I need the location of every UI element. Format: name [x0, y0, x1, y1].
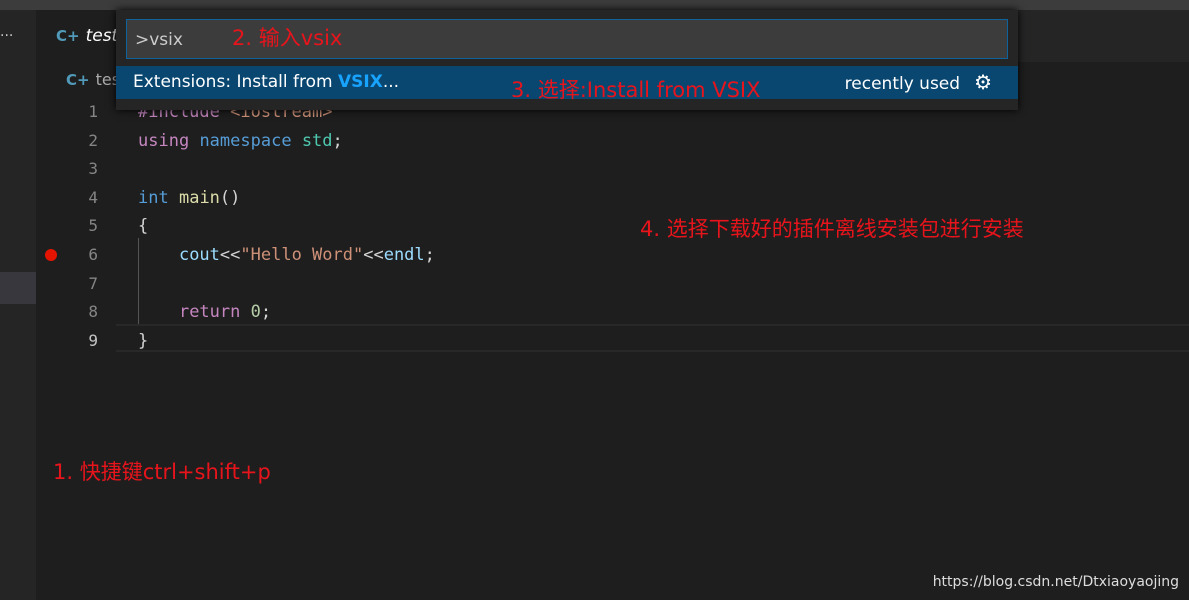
code-line[interactable]: int main(): [138, 184, 240, 212]
title-bar: [0, 0, 1189, 10]
breakpoint-icon[interactable]: [45, 249, 57, 261]
cpp-file-icon: C+: [66, 71, 90, 89]
annotation-step3: 3. 选择:Install from VSIX: [511, 78, 761, 102]
annotation-step1: 1. 快捷键ctrl+shift+p: [53, 460, 271, 484]
line-number: 9: [88, 330, 98, 350]
code-line[interactable]: cout<<"Hello Word"<<endl;: [138, 241, 435, 269]
code-line[interactable]: {: [138, 212, 148, 240]
cpp-file-icon: C+: [56, 27, 80, 45]
line-number: 1: [88, 102, 98, 121]
line-number: 5: [88, 216, 98, 236]
gear-icon[interactable]: ⚙: [974, 70, 992, 94]
breadcrumb[interactable]: C+ tes: [66, 70, 120, 89]
line-number: 8: [88, 302, 98, 322]
line-number: 7: [88, 273, 98, 293]
tab-test-cpp[interactable]: C+ test.: [36, 10, 126, 62]
annotation-step4: 4. 选择下载好的插件离线安装包进行安装: [640, 217, 1024, 241]
line-number: 2: [88, 130, 98, 150]
watermark: https://blog.csdn.net/Dtxiaoyaojing: [932, 574, 1179, 590]
item-label: Extensions: Install from: [133, 72, 338, 92]
code-line[interactable]: using namespace std;: [138, 127, 343, 155]
code-line[interactable]: return 0;: [138, 298, 271, 326]
annotation-step2: 2. 输入vsix: [232, 26, 343, 50]
current-line-highlight: [116, 324, 1189, 352]
recently-used-label: recently used: [844, 74, 961, 94]
line-number: 3: [88, 159, 98, 179]
sidebar: ···: [0, 10, 36, 600]
sidebar-selected-item[interactable]: [0, 272, 36, 304]
item-ellipsis: ...: [382, 72, 400, 92]
item-match-highlight: VSIX: [338, 72, 383, 92]
code-line[interactable]: }: [138, 327, 148, 355]
more-icon[interactable]: ···: [0, 28, 13, 44]
line-number: 4: [88, 187, 98, 207]
